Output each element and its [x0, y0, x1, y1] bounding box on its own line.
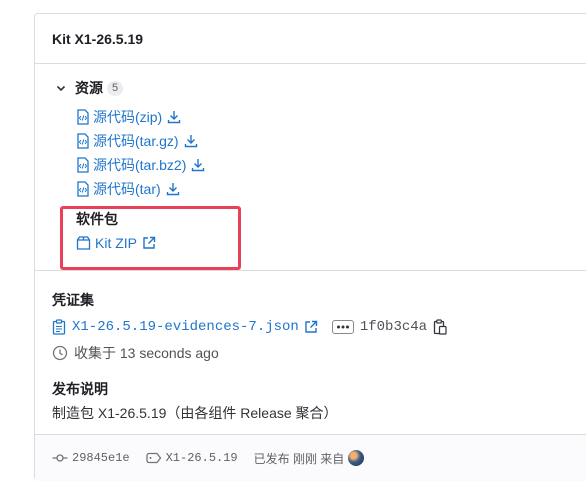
assets-toggle[interactable]: 资源 5	[53, 78, 124, 98]
release-header: Kit X1-26.5.19	[35, 14, 586, 64]
package-link-label: Kit ZIP	[95, 235, 138, 251]
chevron-down-icon	[53, 80, 69, 96]
evidence-row: X1-26.5.19-evidences-7.json 1f0b3c4a	[52, 317, 447, 337]
source-link-tar-gz[interactable]: 源代码(tar.gz)	[76, 131, 198, 151]
released-text: 已发布 刚刚 来自	[253, 451, 345, 466]
source-link-label: 源代码(tar.gz)	[93, 133, 179, 149]
external-link-icon	[142, 236, 156, 250]
notes-text: 制造包 X1-26.5.19（由各组件 Release 聚合）	[52, 405, 338, 421]
commit-sha: 29845e1e	[72, 451, 130, 465]
doc-code-icon	[76, 181, 90, 197]
clock-icon	[52, 345, 68, 361]
avatar[interactable]	[348, 450, 365, 466]
tag-item[interactable]: X1-26.5.19	[145, 451, 238, 465]
doc-code-icon	[76, 109, 90, 125]
commit-icon	[52, 453, 68, 463]
commit-item[interactable]: 29845e1e	[52, 451, 130, 465]
assets-label: 资源	[75, 80, 103, 96]
tag-name: X1-26.5.19	[165, 451, 238, 465]
download-icon	[167, 110, 181, 124]
release-card: Kit X1-26.5.19 资源 5 源代码(zip) 源代码(tar.gz)…	[34, 13, 586, 481]
released-item: 已发布 刚刚 来自	[254, 450, 365, 467]
clipboard-list-icon	[52, 319, 66, 335]
source-link-tar-bz2[interactable]: 源代码(tar.bz2)	[76, 155, 205, 175]
doc-code-icon	[76, 157, 90, 173]
copy-icon[interactable]	[433, 319, 447, 335]
evidence-title: 凭证集	[52, 292, 94, 308]
ellipsis-button[interactable]	[331, 320, 354, 334]
doc-code-icon	[76, 133, 90, 149]
download-icon	[184, 134, 198, 148]
assets-count-badge: 5	[107, 80, 124, 96]
external-link-icon[interactable]	[304, 320, 318, 334]
source-link-label: 源代码(tar)	[93, 181, 161, 197]
download-icon	[166, 182, 180, 196]
package-icon	[76, 236, 91, 250]
evidence-sha: 1f0b3c4a	[359, 319, 428, 335]
source-link-tar[interactable]: 源代码(tar)	[76, 179, 180, 199]
download-icon	[191, 158, 205, 172]
section-divider	[35, 270, 586, 271]
source-link-label: 源代码(tar.bz2)	[93, 157, 187, 173]
source-link-zip[interactable]: 源代码(zip)	[76, 107, 181, 127]
release-footer: 29845e1e X1-26.5.19 已发布 刚刚 来自	[35, 434, 586, 481]
package-link-kit-zip[interactable]: Kit ZIP	[76, 233, 156, 253]
collected-text: 收集于 13 seconds ago	[74, 345, 219, 361]
tag-icon	[145, 452, 162, 464]
source-link-label: 源代码(zip)	[93, 109, 163, 125]
notes-title: 发布说明	[52, 381, 108, 397]
packages-title: 软件包	[76, 211, 118, 227]
collected-row: 收集于 13 seconds ago	[52, 343, 219, 363]
evidence-file-link[interactable]: X1-26.5.19-evidences-7.json	[72, 319, 299, 335]
release-title[interactable]: Kit X1-26.5.19	[52, 31, 143, 47]
